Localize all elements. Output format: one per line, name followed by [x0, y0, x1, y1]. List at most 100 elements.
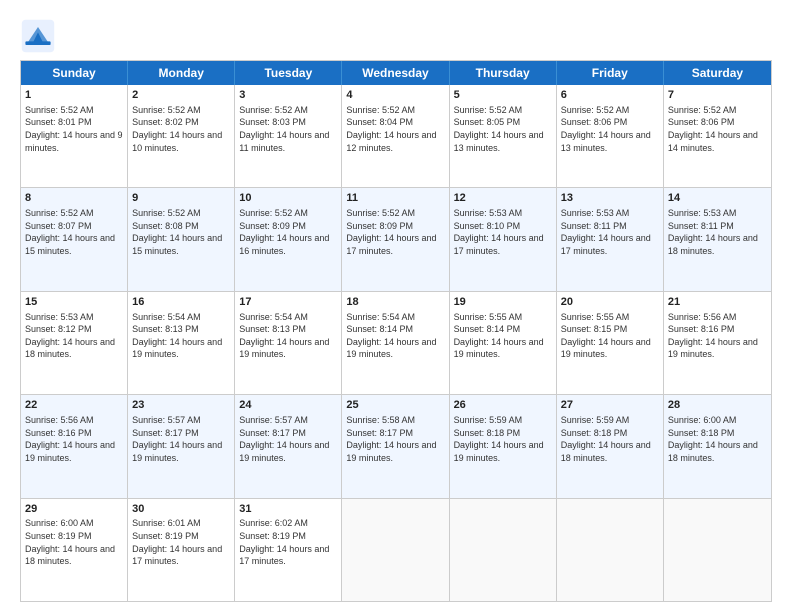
day-number: 14	[668, 191, 767, 206]
day-info: Sunrise: 6:00 AM Sunset: 8:18 PM Dayligh…	[668, 414, 767, 464]
day-number: 29	[25, 502, 123, 517]
day-cell-7: 7 Sunrise: 5:52 AM Sunset: 8:06 PM Dayli…	[664, 85, 771, 187]
day-number: 15	[25, 295, 123, 310]
day-number: 24	[239, 398, 337, 413]
day-number: 11	[346, 191, 444, 206]
day-number: 17	[239, 295, 337, 310]
calendar-row-2: 8 Sunrise: 5:52 AM Sunset: 8:07 PM Dayli…	[21, 188, 771, 291]
day-cell-17: 17 Sunrise: 5:54 AM Sunset: 8:13 PM Dayl…	[235, 292, 342, 394]
day-info: Sunrise: 5:54 AM Sunset: 8:13 PM Dayligh…	[132, 311, 230, 361]
empty-cell	[342, 499, 449, 601]
day-info: Sunrise: 5:52 AM Sunset: 8:09 PM Dayligh…	[239, 207, 337, 257]
calendar-row-4: 22 Sunrise: 5:56 AM Sunset: 8:16 PM Dayl…	[21, 395, 771, 498]
day-number: 16	[132, 295, 230, 310]
day-number: 8	[25, 191, 123, 206]
day-number: 1	[25, 88, 123, 103]
day-info: Sunrise: 5:59 AM Sunset: 8:18 PM Dayligh…	[561, 414, 659, 464]
day-info: Sunrise: 5:53 AM Sunset: 8:11 PM Dayligh…	[561, 207, 659, 257]
day-cell-11: 11 Sunrise: 5:52 AM Sunset: 8:09 PM Dayl…	[342, 188, 449, 290]
day-cell-18: 18 Sunrise: 5:54 AM Sunset: 8:14 PM Dayl…	[342, 292, 449, 394]
day-cell-23: 23 Sunrise: 5:57 AM Sunset: 8:17 PM Dayl…	[128, 395, 235, 497]
day-number: 25	[346, 398, 444, 413]
day-cell-10: 10 Sunrise: 5:52 AM Sunset: 8:09 PM Dayl…	[235, 188, 342, 290]
logo	[20, 18, 58, 54]
day-info: Sunrise: 5:53 AM Sunset: 8:12 PM Dayligh…	[25, 311, 123, 361]
empty-cell	[664, 499, 771, 601]
day-cell-24: 24 Sunrise: 5:57 AM Sunset: 8:17 PM Dayl…	[235, 395, 342, 497]
day-cell-3: 3 Sunrise: 5:52 AM Sunset: 8:03 PM Dayli…	[235, 85, 342, 187]
day-cell-12: 12 Sunrise: 5:53 AM Sunset: 8:10 PM Dayl…	[450, 188, 557, 290]
day-info: Sunrise: 5:55 AM Sunset: 8:15 PM Dayligh…	[561, 311, 659, 361]
day-info: Sunrise: 5:52 AM Sunset: 8:05 PM Dayligh…	[454, 104, 552, 154]
day-number: 22	[25, 398, 123, 413]
calendar-row-5: 29 Sunrise: 6:00 AM Sunset: 8:19 PM Dayl…	[21, 499, 771, 601]
page: SundayMondayTuesdayWednesdayThursdayFrid…	[0, 0, 792, 612]
day-info: Sunrise: 5:52 AM Sunset: 8:09 PM Dayligh…	[346, 207, 444, 257]
day-info: Sunrise: 5:54 AM Sunset: 8:13 PM Dayligh…	[239, 311, 337, 361]
header-cell-sunday: Sunday	[21, 61, 128, 85]
day-info: Sunrise: 5:58 AM Sunset: 8:17 PM Dayligh…	[346, 414, 444, 464]
day-number: 30	[132, 502, 230, 517]
day-info: Sunrise: 5:56 AM Sunset: 8:16 PM Dayligh…	[25, 414, 123, 464]
day-info: Sunrise: 5:56 AM Sunset: 8:16 PM Dayligh…	[668, 311, 767, 361]
day-cell-22: 22 Sunrise: 5:56 AM Sunset: 8:16 PM Dayl…	[21, 395, 128, 497]
day-info: Sunrise: 6:01 AM Sunset: 8:19 PM Dayligh…	[132, 517, 230, 567]
day-number: 28	[668, 398, 767, 413]
day-number: 21	[668, 295, 767, 310]
day-number: 26	[454, 398, 552, 413]
day-info: Sunrise: 5:59 AM Sunset: 8:18 PM Dayligh…	[454, 414, 552, 464]
day-number: 31	[239, 502, 337, 517]
day-info: Sunrise: 5:52 AM Sunset: 8:04 PM Dayligh…	[346, 104, 444, 154]
day-cell-8: 8 Sunrise: 5:52 AM Sunset: 8:07 PM Dayli…	[21, 188, 128, 290]
day-cell-14: 14 Sunrise: 5:53 AM Sunset: 8:11 PM Dayl…	[664, 188, 771, 290]
day-number: 18	[346, 295, 444, 310]
header	[20, 18, 772, 54]
day-info: Sunrise: 5:53 AM Sunset: 8:11 PM Dayligh…	[668, 207, 767, 257]
day-cell-13: 13 Sunrise: 5:53 AM Sunset: 8:11 PM Dayl…	[557, 188, 664, 290]
day-cell-20: 20 Sunrise: 5:55 AM Sunset: 8:15 PM Dayl…	[557, 292, 664, 394]
day-number: 2	[132, 88, 230, 103]
header-cell-saturday: Saturday	[664, 61, 771, 85]
day-number: 9	[132, 191, 230, 206]
day-number: 7	[668, 88, 767, 103]
day-info: Sunrise: 5:52 AM Sunset: 8:02 PM Dayligh…	[132, 104, 230, 154]
day-cell-15: 15 Sunrise: 5:53 AM Sunset: 8:12 PM Dayl…	[21, 292, 128, 394]
day-info: Sunrise: 5:52 AM Sunset: 8:08 PM Dayligh…	[132, 207, 230, 257]
day-cell-1: 1 Sunrise: 5:52 AM Sunset: 8:01 PM Dayli…	[21, 85, 128, 187]
day-info: Sunrise: 5:52 AM Sunset: 8:06 PM Dayligh…	[561, 104, 659, 154]
day-number: 19	[454, 295, 552, 310]
day-cell-31: 31 Sunrise: 6:02 AM Sunset: 8:19 PM Dayl…	[235, 499, 342, 601]
day-info: Sunrise: 5:52 AM Sunset: 8:01 PM Dayligh…	[25, 104, 123, 154]
day-number: 10	[239, 191, 337, 206]
calendar-body: 1 Sunrise: 5:52 AM Sunset: 8:01 PM Dayli…	[21, 85, 771, 601]
calendar-row-1: 1 Sunrise: 5:52 AM Sunset: 8:01 PM Dayli…	[21, 85, 771, 188]
day-number: 3	[239, 88, 337, 103]
day-cell-29: 29 Sunrise: 6:00 AM Sunset: 8:19 PM Dayl…	[21, 499, 128, 601]
day-number: 12	[454, 191, 552, 206]
header-cell-friday: Friday	[557, 61, 664, 85]
header-cell-monday: Monday	[128, 61, 235, 85]
empty-cell	[557, 499, 664, 601]
day-cell-9: 9 Sunrise: 5:52 AM Sunset: 8:08 PM Dayli…	[128, 188, 235, 290]
day-number: 5	[454, 88, 552, 103]
day-info: Sunrise: 5:53 AM Sunset: 8:10 PM Dayligh…	[454, 207, 552, 257]
day-info: Sunrise: 5:52 AM Sunset: 8:06 PM Dayligh…	[668, 104, 767, 154]
day-info: Sunrise: 5:57 AM Sunset: 8:17 PM Dayligh…	[132, 414, 230, 464]
day-cell-19: 19 Sunrise: 5:55 AM Sunset: 8:14 PM Dayl…	[450, 292, 557, 394]
day-info: Sunrise: 6:00 AM Sunset: 8:19 PM Dayligh…	[25, 517, 123, 567]
day-cell-25: 25 Sunrise: 5:58 AM Sunset: 8:17 PM Dayl…	[342, 395, 449, 497]
day-cell-30: 30 Sunrise: 6:01 AM Sunset: 8:19 PM Dayl…	[128, 499, 235, 601]
day-cell-6: 6 Sunrise: 5:52 AM Sunset: 8:06 PM Dayli…	[557, 85, 664, 187]
day-cell-27: 27 Sunrise: 5:59 AM Sunset: 8:18 PM Dayl…	[557, 395, 664, 497]
day-cell-21: 21 Sunrise: 5:56 AM Sunset: 8:16 PM Dayl…	[664, 292, 771, 394]
header-cell-wednesday: Wednesday	[342, 61, 449, 85]
header-cell-thursday: Thursday	[450, 61, 557, 85]
day-info: Sunrise: 5:52 AM Sunset: 8:07 PM Dayligh…	[25, 207, 123, 257]
day-number: 20	[561, 295, 659, 310]
empty-cell	[450, 499, 557, 601]
header-cell-tuesday: Tuesday	[235, 61, 342, 85]
day-number: 4	[346, 88, 444, 103]
day-cell-2: 2 Sunrise: 5:52 AM Sunset: 8:02 PM Dayli…	[128, 85, 235, 187]
day-cell-5: 5 Sunrise: 5:52 AM Sunset: 8:05 PM Dayli…	[450, 85, 557, 187]
day-info: Sunrise: 5:54 AM Sunset: 8:14 PM Dayligh…	[346, 311, 444, 361]
